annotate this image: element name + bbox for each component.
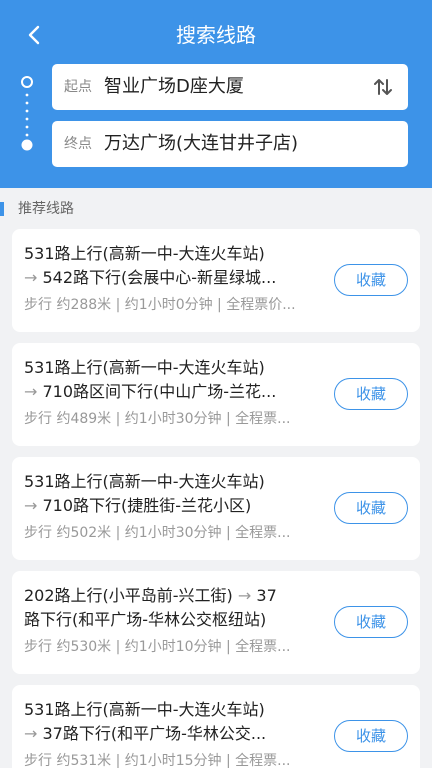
- route-first-leg: 531路上行(高新一中-大连火车站): [24, 472, 265, 491]
- route-second-leg: → 37路下行(和平广场-华林公交...: [24, 722, 334, 746]
- destination-label: 终点: [64, 136, 92, 152]
- swap-icon[interactable]: [372, 76, 394, 98]
- favorite-button[interactable]: 收藏: [334, 378, 408, 410]
- route-first-leg-tail: 37: [256, 586, 277, 605]
- section-accent-bar: [0, 202, 4, 216]
- favorite-button[interactable]: 收藏: [334, 606, 408, 638]
- section-header: 推荐线路: [0, 196, 432, 222]
- page-title: 搜索线路: [176, 23, 256, 47]
- transfer-arrow-icon: →: [24, 268, 38, 287]
- transfer-arrow-icon: →: [24, 496, 38, 515]
- favorite-button[interactable]: 收藏: [334, 264, 408, 296]
- route-meta: 步行 约502米 | 约1小时30分钟 | 全程票...: [24, 525, 291, 541]
- route-meta: 步行 约531米 | 约1小时15分钟 | 全程票...: [24, 753, 291, 768]
- route-meta: 步行 约288米 | 约1小时0分钟 | 全程票价...: [24, 297, 296, 313]
- route-first-leg-text: 202路上行(小平岛前-兴工街): [24, 586, 233, 605]
- route-first-leg: 531路上行(高新一中-大连火车站): [24, 244, 265, 263]
- origin-field[interactable]: 起点 智业广场D座大厦: [52, 64, 408, 110]
- route-second-leg: → 710路下行(捷胜街-兰花小区): [24, 494, 334, 518]
- route-second-leg: → 542路下行(会展中心-新星绿城...: [24, 266, 334, 290]
- transfer-arrow-icon: →: [24, 724, 38, 743]
- route-line-icon: [21, 76, 33, 151]
- destination-field[interactable]: 终点 万达广场(大连甘井子店): [52, 121, 408, 167]
- origin-label: 起点: [64, 79, 92, 95]
- favorite-button[interactable]: 收藏: [334, 492, 408, 524]
- route-card[interactable]: 531路上行(高新一中-大连火车站) → 37路下行(和平广场-华林公交... …: [12, 685, 420, 768]
- route-second-leg-text: 710路下行(捷胜街-兰花小区): [42, 496, 252, 515]
- origin-value: 智业广场D座大厦: [104, 76, 244, 97]
- route-card[interactable]: 531路上行(高新一中-大连火车站) → 710路区间下行(中山广场-兰花...…: [12, 343, 420, 446]
- route-first-leg: 202路上行(小平岛前-兴工街) → 37: [24, 584, 334, 608]
- route-card[interactable]: 531路上行(高新一中-大连火车站) → 542路下行(会展中心-新星绿城...…: [12, 229, 420, 332]
- destination-value: 万达广场(大连甘井子店): [104, 133, 299, 154]
- route-second-leg: 路下行(和平广场-华林公交枢纽站): [24, 610, 267, 629]
- favorite-button[interactable]: 收藏: [334, 720, 408, 752]
- route-second-leg: → 710路区间下行(中山广场-兰花...: [24, 380, 334, 404]
- section-title: 推荐线路: [18, 201, 74, 217]
- header: 搜索线路 起点 智业广场D座大厦 终点 万达广场(大连甘井子店): [0, 0, 432, 188]
- transfer-arrow-icon: →: [237, 586, 252, 605]
- route-card[interactable]: 202路上行(小平岛前-兴工街) → 37 路下行(和平广场-华林公交枢纽站) …: [12, 571, 420, 674]
- route-meta: 步行 约530米 | 约1小时10分钟 | 全程票...: [24, 639, 291, 655]
- transfer-arrow-icon: →: [24, 382, 38, 401]
- route-second-leg-text: 542路下行(会展中心-新星绿城...: [42, 268, 277, 287]
- route-second-leg-text: 710路区间下行(中山广场-兰花...: [42, 382, 277, 401]
- route-card[interactable]: 531路上行(高新一中-大连火车站) → 710路下行(捷胜街-兰花小区) 步行…: [12, 457, 420, 560]
- route-first-leg: 531路上行(高新一中-大连火车站): [24, 700, 265, 719]
- route-first-leg: 531路上行(高新一中-大连火车站): [24, 358, 265, 377]
- route-meta: 步行 约489米 | 约1小时30分钟 | 全程票...: [24, 411, 291, 427]
- route-second-leg-text: 37路下行(和平广场-华林公交...: [42, 724, 267, 743]
